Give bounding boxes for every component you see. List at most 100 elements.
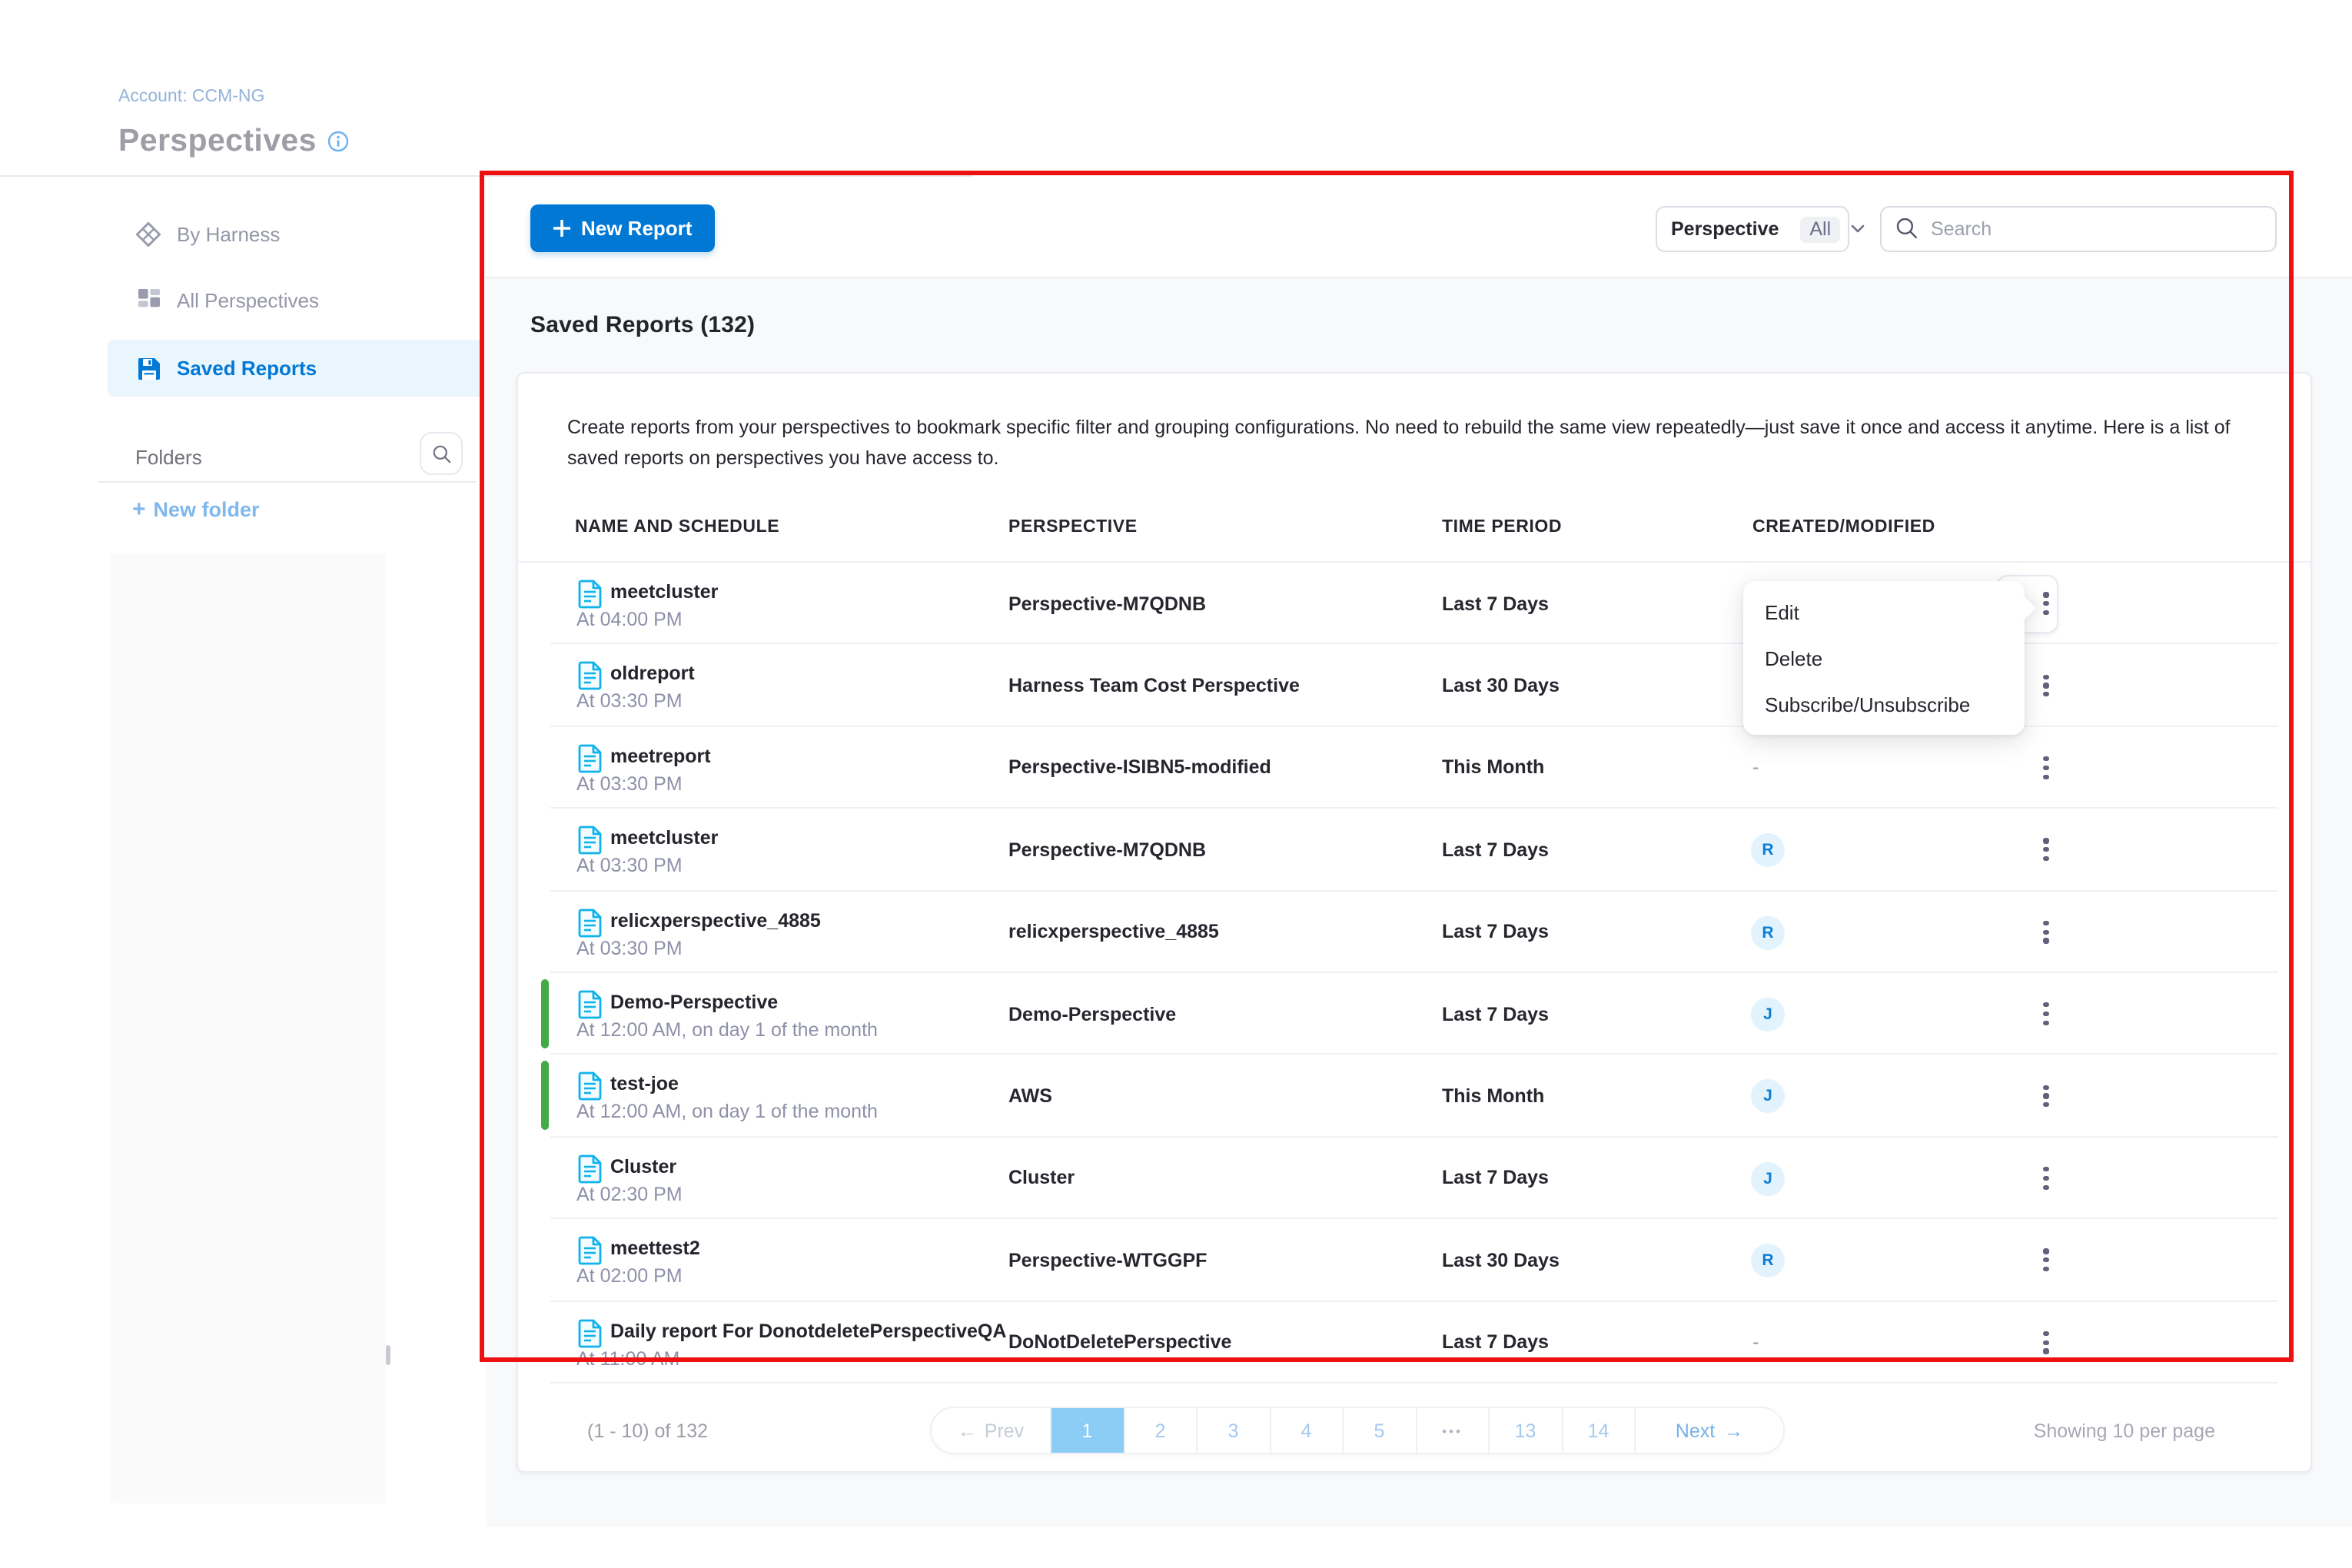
report-schedule: At 04:00 PM: [576, 609, 683, 630]
avatar: R: [1751, 833, 1785, 867]
row-menu-button[interactable]: [2031, 1325, 2061, 1359]
table-row: test-joe At 12:00 AM, on day 1 of the mon…: [518, 1055, 2310, 1138]
table-row: meettest2At 02:00 PMPerspective-WTGGPFLa…: [518, 1219, 2310, 1301]
report-name[interactable]: Demo-Perspective: [610, 992, 778, 1013]
sidebar-item-all-perspectives[interactable]: All Perspectives: [108, 274, 484, 326]
sidebar-item-label: Saved Reports: [177, 357, 317, 380]
per-page-label: Showing 10 per page: [2034, 1407, 2215, 1454]
new-folder-label: New folder: [154, 498, 260, 521]
folder-search-button[interactable]: [420, 432, 463, 475]
perspective-cell: Perspective-M7QDNB: [1008, 593, 1206, 614]
card-description: Create reports from your perspectives to…: [567, 412, 2258, 473]
row-menu-button[interactable]: [2031, 1079, 2061, 1113]
pagination-page-1[interactable]: 1: [1050, 1408, 1123, 1453]
pagination-prev-button[interactable]: ← Prev: [932, 1408, 1050, 1453]
sidebar-item-by-harness[interactable]: By Harness: [108, 208, 484, 260]
report-name[interactable]: relicxperspective_4885: [610, 909, 821, 931]
perspective-cell: Perspective-ISIBN5-modified: [1008, 757, 1271, 779]
menu-item-subscribe-unsubscribe[interactable]: Subscribe/Unsubscribe: [1743, 681, 2025, 727]
pagination-next-button[interactable]: Next→: [1634, 1408, 1783, 1453]
row-menu-button[interactable]: [2031, 586, 2061, 620]
time-period-cell: This Month: [1442, 1085, 1544, 1107]
report-name[interactable]: meetreport: [610, 746, 711, 767]
report-schedule: At 02:00 PM: [576, 1265, 683, 1287]
row-menu-button[interactable]: [2031, 1244, 2061, 1277]
perspective-cell: Perspective-M7QDNB: [1008, 839, 1206, 861]
menu-item-edit[interactable]: Edit: [1743, 589, 2025, 635]
row-menu-button[interactable]: [2031, 751, 2061, 785]
sidebar-item-saved-reports[interactable]: Saved Reports: [108, 340, 484, 397]
sidebar-item-label: By Harness: [177, 222, 280, 245]
pagination-control: ← Prev 12345•••1314Next→: [930, 1407, 1785, 1454]
report-doc-icon: [578, 580, 603, 609]
perspective-cell: AWS: [1008, 1085, 1052, 1107]
sidebar-item-label: All Perspectives: [177, 288, 319, 311]
perspective-cell: Demo-Perspective: [1008, 1003, 1176, 1025]
row-menu-button[interactable]: [2031, 669, 2061, 703]
table-row: meetcluster At 04:00 PM Perspective-M7QDNB…: [518, 563, 2310, 645]
time-period-cell: Last 7 Days: [1442, 922, 1549, 943]
report-name[interactable]: Cluster: [610, 1155, 676, 1177]
report-doc-icon: [578, 744, 603, 773]
row-divider: [550, 1382, 2278, 1384]
pagination-ellipsis[interactable]: •••: [1415, 1408, 1488, 1453]
search-input[interactable]: [1880, 206, 2277, 252]
new-report-button[interactable]: New Report: [530, 204, 715, 252]
pagination-page-3[interactable]: 3: [1196, 1408, 1269, 1453]
info-icon[interactable]: [327, 131, 349, 152]
time-period-cell: Last 7 Days: [1442, 839, 1549, 861]
avatar: R: [1751, 1244, 1785, 1277]
menu-item-delete[interactable]: Delete: [1743, 635, 2025, 681]
table-row: relicxperspective_4885At 03:30 PMrelicxp…: [518, 891, 2310, 973]
report-doc-icon: [578, 1072, 603, 1101]
report-name[interactable]: meetcluster: [610, 827, 718, 849]
new-folder-button[interactable]: + New folder: [132, 497, 260, 523]
folders-divider: [98, 481, 477, 483]
breadcrumb-account[interactable]: Account: CCM-NG: [118, 88, 264, 106]
saved-reports-card: Create reports from your perspectives to…: [517, 372, 2312, 1473]
column-header-time-period: TIME PERIOD: [1442, 518, 1562, 537]
created-empty-value: -: [1752, 757, 1759, 779]
grid-icon: [135, 287, 161, 313]
perspective-cell: Cluster: [1008, 1168, 1075, 1189]
table-row: Daily report For DonotdeletePerspectiveQ…: [518, 1301, 2310, 1384]
row-menu-button[interactable]: [2031, 997, 2061, 1031]
table-row: ClusterAt 02:30 PMClusterLast 7 DaysJ: [518, 1137, 2310, 1219]
pagination-page-4[interactable]: 4: [1269, 1408, 1342, 1453]
report-name[interactable]: meettest2: [610, 1237, 700, 1259]
filter-label: Perspective: [1671, 218, 1779, 240]
search-icon: [1895, 217, 1918, 240]
time-period-cell: Last 30 Days: [1442, 675, 1560, 696]
row-menu-button[interactable]: [2031, 833, 2061, 867]
perspective-filter-dropdown[interactable]: Perspective All: [1656, 206, 1849, 252]
row-menu-button[interactable]: [2031, 915, 2061, 949]
pagination-page-13[interactable]: 13: [1488, 1408, 1561, 1453]
column-header-name: NAME AND SCHEDULE: [575, 518, 779, 537]
report-name[interactable]: oldreport: [610, 663, 695, 685]
row-menu-button[interactable]: [2031, 1161, 2061, 1195]
table-row: Demo-PerspectiveAt 12:00 AM, on day 1 of…: [518, 973, 2310, 1055]
avatar: R: [1751, 915, 1785, 949]
scrollbar-thumb[interactable]: [386, 1345, 390, 1365]
report-schedule: At 03:30 PM: [576, 773, 683, 795]
pagination-page-5[interactable]: 5: [1342, 1408, 1415, 1453]
pagination-page-14[interactable]: 14: [1561, 1408, 1634, 1453]
report-schedule: At 12:00 AM, on day 1 of the month: [576, 1101, 878, 1123]
perspective-cell: Harness Team Cost Perspective: [1008, 675, 1300, 696]
table-row: meetclusterAt 03:30 PMPerspective-M7QDNB…: [518, 809, 2310, 891]
perspective-cell: DoNotDeletePerspective: [1008, 1331, 1231, 1353]
search-icon: [431, 443, 451, 463]
arrow-left-icon: ←: [958, 1420, 977, 1441]
report-name[interactable]: Daily report For DonotdeletePerspectiveQ…: [610, 1320, 1006, 1341]
toolbar-divider: [486, 277, 2352, 278]
report-doc-icon: [578, 826, 603, 855]
created-empty-value: -: [1752, 1331, 1759, 1353]
page-title-row: Perspectives: [118, 123, 349, 160]
plus-icon: [553, 220, 570, 237]
report-name[interactable]: meetcluster: [610, 581, 718, 603]
pagination-page-2[interactable]: 2: [1123, 1408, 1196, 1453]
report-doc-icon: [578, 1318, 603, 1347]
row-context-menu: EditDeleteSubscribe/Unsubscribe: [1743, 581, 2025, 735]
column-header-perspective: PERSPECTIVE: [1008, 518, 1138, 537]
report-name[interactable]: test-joe: [610, 1074, 679, 1095]
